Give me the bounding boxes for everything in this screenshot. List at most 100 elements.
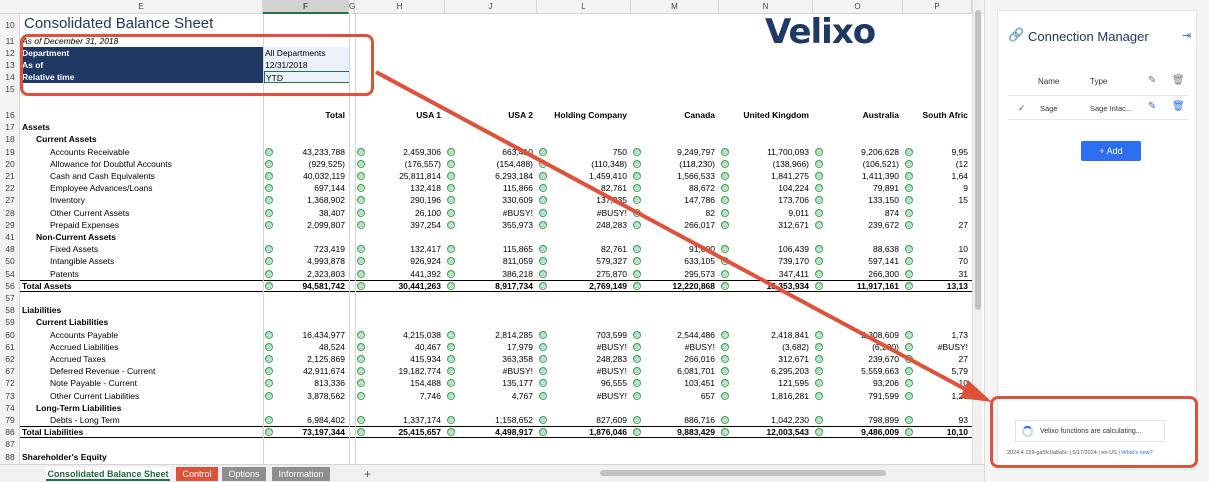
- value-cell[interactable]: 266,017: [641, 219, 715, 231]
- value-cell[interactable]: 886,716: [641, 414, 715, 426]
- row-number[interactable]: 87: [0, 438, 20, 450]
- value-cell[interactable]: 290,196: [365, 194, 441, 206]
- value-cell[interactable]: 147,786: [641, 194, 715, 206]
- value-cell[interactable]: (3,682): [729, 341, 809, 353]
- value-cell[interactable]: (12: [913, 158, 968, 170]
- value-cell[interactable]: 121,595: [729, 377, 809, 389]
- row-number[interactable]: 15: [0, 83, 20, 95]
- value-cell[interactable]: 239,670: [823, 353, 899, 365]
- value-cell[interactable]: 82,761: [547, 182, 627, 194]
- row-number[interactable]: 62: [0, 353, 20, 365]
- value-cell[interactable]: 132,417: [365, 243, 441, 255]
- row-number[interactable]: 27: [0, 194, 20, 206]
- value-cell[interactable]: 4,215,038: [365, 329, 441, 341]
- value-cell[interactable]: 93,206: [823, 377, 899, 389]
- value-cell[interactable]: 154,488: [365, 377, 441, 389]
- value-cell[interactable]: 43,233,788: [273, 146, 345, 158]
- value-cell[interactable]: 104,224: [729, 182, 809, 194]
- value-cell[interactable]: 1,25: [913, 390, 968, 402]
- sheet-tab[interactable]: Control: [176, 467, 218, 481]
- value-cell[interactable]: 26,100: [365, 207, 441, 219]
- value-cell[interactable]: (110,348): [547, 158, 627, 170]
- row-number[interactable]: 28: [0, 207, 20, 219]
- value-cell[interactable]: (118,230): [641, 158, 715, 170]
- row-number[interactable]: 13: [0, 59, 20, 71]
- value-cell[interactable]: 103,451: [641, 377, 715, 389]
- connection-name[interactable]: Sage: [1040, 104, 1058, 113]
- value-cell[interactable]: 2,308,609: [823, 329, 899, 341]
- value-cell[interactable]: 132,418: [365, 182, 441, 194]
- value-cell[interactable]: 798,899: [823, 414, 899, 426]
- value-cell[interactable]: 5,79: [913, 365, 968, 377]
- value-cell[interactable]: (6,290): [823, 341, 899, 353]
- value-cell[interactable]: 347,411: [729, 268, 809, 280]
- vertical-scrollbar[interactable]: [972, 0, 982, 464]
- value-cell[interactable]: 355,973: [455, 219, 533, 231]
- value-cell[interactable]: 1,73: [913, 329, 968, 341]
- value-cell[interactable]: #BUSY!: [455, 365, 533, 377]
- edit-connection-icon[interactable]: ✎: [1148, 101, 1156, 112]
- value-cell[interactable]: 9: [913, 182, 968, 194]
- value-cell[interactable]: 9,249,797: [641, 146, 715, 158]
- column-header[interactable]: F: [263, 0, 349, 14]
- value-cell[interactable]: 579,327: [547, 255, 627, 267]
- row-number[interactable]: 18: [0, 133, 20, 145]
- value-cell[interactable]: 88,672: [641, 182, 715, 194]
- value-cell[interactable]: 48,524: [273, 341, 345, 353]
- value-cell[interactable]: 2,125,869: [273, 353, 345, 365]
- row-number[interactable]: 12: [0, 47, 20, 59]
- row-number[interactable]: 74: [0, 402, 20, 414]
- row-number[interactable]: 56: [0, 280, 20, 292]
- value-cell[interactable]: 739,170: [729, 255, 809, 267]
- value-cell[interactable]: 1,158,652: [455, 414, 533, 426]
- row-number[interactable]: 20: [0, 158, 20, 170]
- value-cell[interactable]: 137,935: [547, 194, 627, 206]
- value-cell[interactable]: 239,672: [823, 219, 899, 231]
- value-cell[interactable]: 25,811,814: [365, 170, 441, 182]
- value-cell[interactable]: 1,841,275: [729, 170, 809, 182]
- add-sheet-button[interactable]: +: [358, 467, 377, 481]
- row-number[interactable]: 72: [0, 377, 20, 389]
- value-cell[interactable]: 441,392: [365, 268, 441, 280]
- value-cell[interactable]: 363,358: [455, 353, 533, 365]
- value-cell[interactable]: 397,254: [365, 219, 441, 231]
- value-cell[interactable]: 597,141: [823, 255, 899, 267]
- row-number[interactable]: 58: [0, 304, 20, 316]
- horizontal-scrollbar[interactable]: [600, 470, 886, 476]
- value-cell[interactable]: 5,559,663: [823, 365, 899, 377]
- row-number[interactable]: 79: [0, 414, 20, 426]
- add-connection-button[interactable]: + Add: [1081, 141, 1141, 161]
- row-number[interactable]: 48: [0, 243, 20, 255]
- value-cell[interactable]: [913, 207, 968, 219]
- value-cell[interactable]: 6,984,402: [273, 414, 345, 426]
- value-cell[interactable]: #BUSY!: [547, 341, 627, 353]
- value-cell[interactable]: (106,521): [823, 158, 899, 170]
- value-cell[interactable]: 926,924: [365, 255, 441, 267]
- value-cell[interactable]: 1,368,902: [273, 194, 345, 206]
- column-header[interactable]: P: [903, 0, 972, 14]
- value-cell[interactable]: 827,609: [547, 414, 627, 426]
- row-number[interactable]: 54: [0, 268, 20, 280]
- value-cell[interactable]: 9,95: [913, 146, 968, 158]
- row-number[interactable]: 73: [0, 390, 20, 402]
- value-cell[interactable]: 93: [913, 414, 968, 426]
- value-cell[interactable]: 874: [823, 207, 899, 219]
- value-cell[interactable]: 657: [641, 390, 715, 402]
- value-cell[interactable]: #BUSY!: [913, 341, 968, 353]
- value-cell[interactable]: 15: [913, 194, 968, 206]
- sheet-tab[interactable]: Consolidated Balance Sheet: [46, 467, 170, 481]
- value-cell[interactable]: 723,419: [273, 243, 345, 255]
- value-cell[interactable]: 1,566,533: [641, 170, 715, 182]
- row-number[interactable]: 11: [0, 35, 20, 47]
- value-cell[interactable]: 91,000: [641, 243, 715, 255]
- value-cell[interactable]: 17,979: [455, 341, 533, 353]
- value-cell[interactable]: 1,337,174: [365, 414, 441, 426]
- value-cell[interactable]: 10: [913, 377, 968, 389]
- signout-icon[interactable]: ⇥: [1182, 29, 1191, 42]
- value-cell[interactable]: (154,488): [455, 158, 533, 170]
- value-cell[interactable]: 6,081,701: [641, 365, 715, 377]
- value-cell[interactable]: 70: [913, 255, 968, 267]
- row-number[interactable]: 59: [0, 316, 20, 328]
- row-number[interactable]: 88: [0, 451, 20, 463]
- value-cell[interactable]: (138,966): [729, 158, 809, 170]
